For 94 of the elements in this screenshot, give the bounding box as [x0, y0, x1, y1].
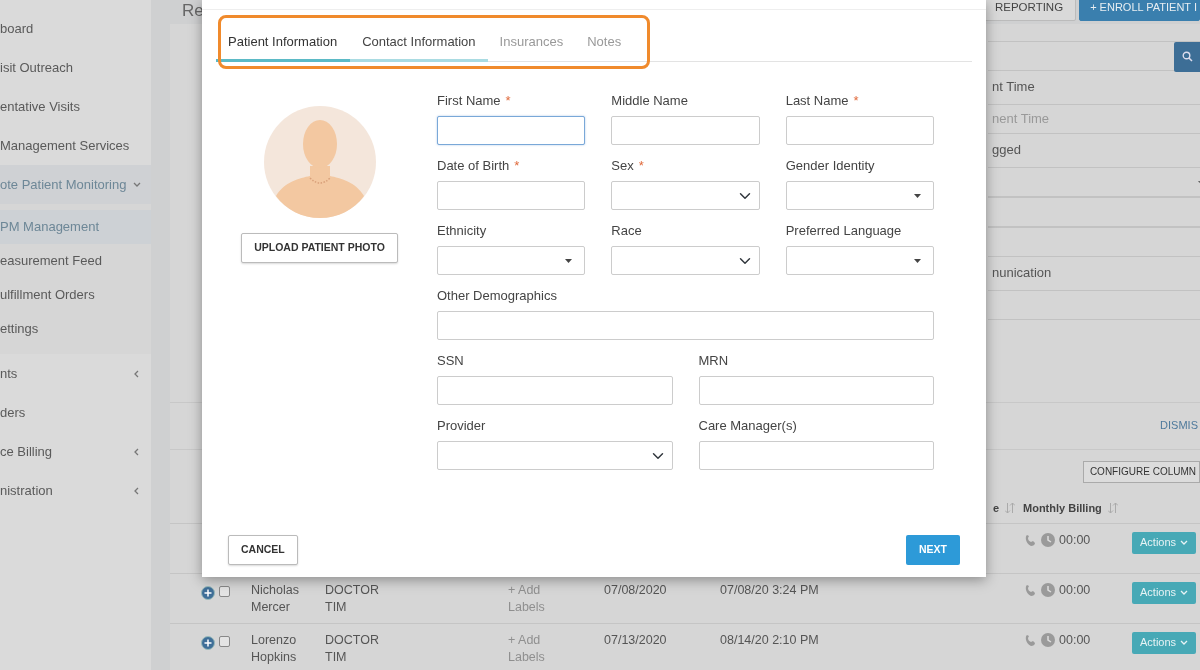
sidebar-subitem[interactable]: ulfillment Orders: [0, 285, 95, 305]
sort-icon: [1107, 502, 1118, 514]
sidebar-item[interactable]: ce Billing: [0, 441, 53, 462]
next-button[interactable]: NEXT: [906, 535, 960, 565]
sidebar-item[interactable]: board: [0, 18, 34, 39]
required-mark: *: [514, 158, 520, 173]
input-field[interactable]: [437, 116, 586, 145]
billing-time: 00:00: [1059, 631, 1091, 649]
clock-icon: [1041, 633, 1055, 647]
field-label: First Name: [437, 93, 501, 108]
expand-icon: [201, 585, 215, 600]
column-header[interactable]: e: [992, 499, 999, 517]
chevron-icon: [1180, 590, 1189, 595]
input-field[interactable]: [698, 441, 934, 470]
input-field[interactable]: [437, 376, 673, 405]
billing-time: 00:00: [1059, 581, 1091, 599]
sidebar-item[interactable]: isit Outreach: [0, 57, 73, 78]
field-label: Other Demographics: [437, 288, 557, 303]
phone-icon: [1023, 583, 1037, 597]
upload-photo-button[interactable]: UPLOAD PATIENT PHOTO: [241, 233, 398, 263]
phone-icon: [1023, 633, 1037, 647]
patient-name: Lorenzo Hopkins: [251, 631, 298, 666]
field-label: Race: [611, 223, 642, 238]
avatar-icon: [263, 106, 376, 218]
filter-field[interactable]: [988, 289, 1200, 320]
dropdown-field[interactable]: [437, 246, 586, 275]
billing-time: 00:00: [1059, 531, 1091, 549]
caret-icon: [565, 258, 573, 263]
form-tab[interactable]: Notes: [575, 24, 634, 62]
search-button[interactable]: [1174, 41, 1200, 72]
select-field[interactable]: [437, 441, 673, 470]
sidebar-subitem[interactable]: ettings: [0, 319, 39, 339]
filter-field[interactable]: [988, 226, 1200, 257]
filter-label: nt Time: [991, 78, 1036, 97]
select-field[interactable]: [611, 181, 760, 210]
field-label: Provider: [437, 418, 486, 433]
filter-label: gged: [991, 141, 1022, 160]
sidebar-item[interactable]: nts: [0, 363, 18, 384]
field-label: Care Manager(s): [698, 418, 797, 433]
provider-name: DOCTOR TIM: [325, 581, 380, 616]
input-field[interactable]: [698, 376, 934, 405]
filter-select[interactable]: [988, 166, 1200, 197]
search-icon: [1182, 51, 1193, 62]
patient-name: Nicholas Mercer: [251, 581, 300, 616]
caret-icon: [1198, 180, 1200, 183]
filter-field[interactable]: [988, 196, 1200, 227]
filter-label: nunication: [991, 264, 1053, 283]
field-label: Middle Name: [611, 93, 688, 108]
sort-icon: [1005, 502, 1015, 514]
input-field[interactable]: [611, 116, 760, 145]
sidebar-item[interactable]: Management Services: [0, 135, 130, 156]
last-activity: 08/14/20 2:10 PM: [720, 631, 820, 649]
chevron-icon: [1180, 640, 1189, 645]
page-title: Re: [182, 0, 204, 22]
input-field[interactable]: [785, 116, 934, 145]
field-label: Gender Identity: [785, 158, 875, 173]
field-label: SSN: [437, 353, 464, 368]
chevron-icon: [1180, 540, 1189, 545]
clock-icon: [1041, 533, 1055, 547]
form-tab[interactable]: Contact Information: [350, 24, 488, 62]
enrolled-date: 07/13/2020: [604, 631, 668, 649]
caret-icon: [914, 258, 921, 263]
sidebar-item[interactable]: nistration: [0, 480, 53, 501]
field-label: Preferred Language: [785, 223, 902, 238]
expand-icon: [201, 635, 215, 650]
last-activity: 07/08/20 3:24 PM: [720, 581, 820, 599]
dropdown-field[interactable]: [785, 246, 934, 275]
caret-icon: [914, 193, 921, 198]
sidebar-item[interactable]: ders: [0, 402, 26, 423]
dropdown-field[interactable]: [785, 181, 934, 210]
enroll-button[interactable]: + ENROLL PATIENT I: [1079, 0, 1200, 21]
required-mark: *: [853, 93, 859, 108]
sidebar-item[interactable]: entative Visits: [0, 96, 80, 117]
enrolled-date: 07/08/2020: [604, 581, 668, 599]
field-label: MRN: [698, 353, 729, 368]
column-header[interactable]: Monthly Billing: [1023, 499, 1102, 517]
select-field[interactable]: [611, 246, 760, 275]
field-label: Date of Birth: [437, 158, 510, 173]
form-tab[interactable]: Patient Information: [216, 24, 351, 62]
sidebar-subitem[interactable]: easurement Feed: [0, 251, 102, 271]
phone-icon: [1023, 533, 1037, 547]
field-label: Sex: [611, 158, 634, 173]
field-label: Last Name: [785, 93, 849, 108]
configure-columns-button[interactable]: CONFIGURE COLUMN: [1082, 460, 1200, 483]
input-field[interactable]: [437, 181, 586, 210]
required-mark: *: [505, 93, 511, 108]
provider-name: DOCTOR TIM: [325, 631, 380, 666]
form-tab[interactable]: Insurances: [487, 24, 576, 62]
required-mark: *: [638, 158, 644, 173]
dismiss-link[interactable]: DISMIS: [1160, 417, 1198, 434]
clock-icon: [1041, 583, 1055, 597]
input-field[interactable]: [437, 311, 934, 340]
cancel-button[interactable]: CANCEL: [228, 535, 298, 565]
field-label: Ethnicity: [437, 223, 487, 238]
